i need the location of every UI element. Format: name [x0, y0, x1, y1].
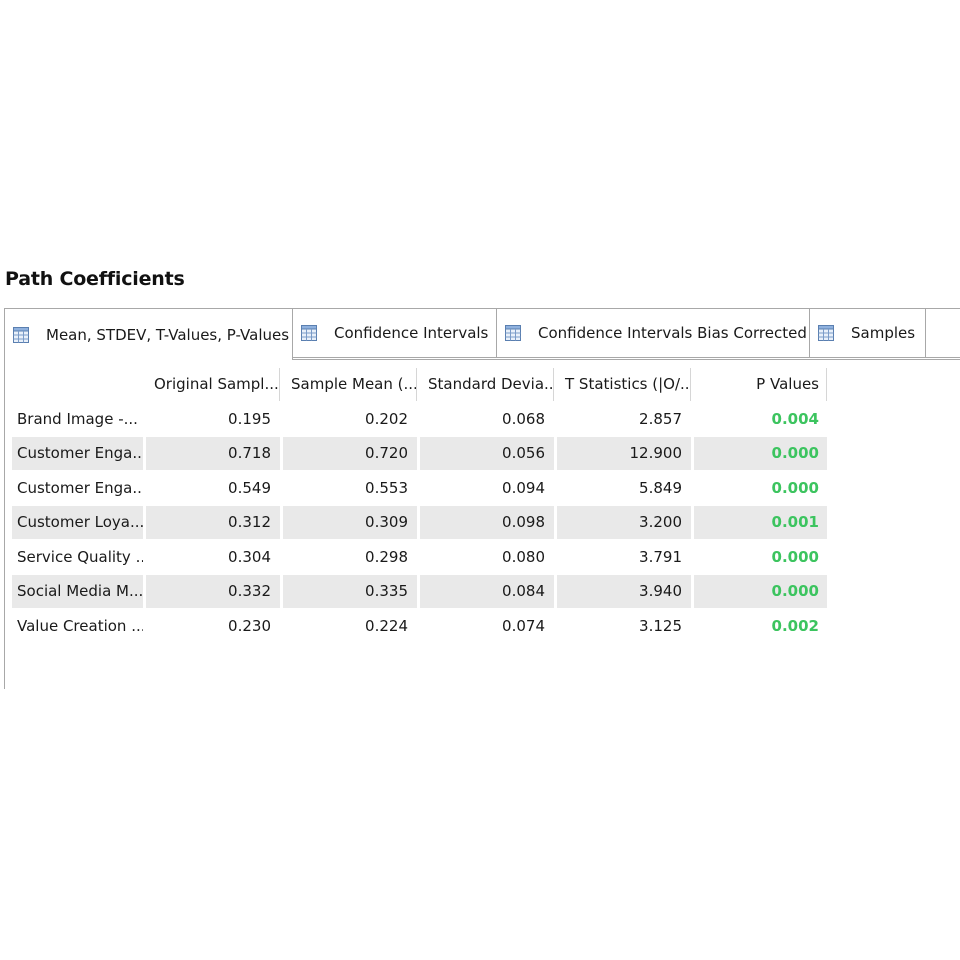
column-header-standard-deviation[interactable]: Standard Devia... [420, 368, 554, 401]
p-value: 0.000 [694, 575, 827, 608]
p-value: 0.001 [694, 506, 827, 539]
column-header-t-statistics[interactable]: T Statistics (|O/... [557, 368, 691, 401]
row-label: Value Creation ... [12, 610, 143, 643]
tab-bar: Mean, STDEV, T-Values, P-Values Confiden… [4, 308, 960, 360]
column-header-p-values[interactable]: P Values [694, 368, 827, 401]
table-row[interactable]: Service Quality ... 0.304 0.298 0.080 3.… [12, 541, 830, 574]
sample-mean-value: 0.309 [283, 506, 417, 539]
original-sample-value: 0.312 [146, 506, 280, 539]
tab-confidence-intervals[interactable]: Confidence Intervals [292, 308, 497, 358]
original-sample-value: 0.718 [146, 437, 280, 470]
sample-mean-value: 0.553 [283, 472, 417, 505]
corner-cell [12, 368, 143, 401]
row-label: Service Quality ... [12, 541, 143, 574]
row-label: Customer Enga... [12, 472, 143, 505]
t-statistic-value: 3.791 [557, 541, 691, 574]
sample-mean-value: 0.298 [283, 541, 417, 574]
table-row[interactable]: Customer Loya... 0.312 0.309 0.098 3.200… [12, 506, 830, 539]
standard-deviation-value: 0.074 [420, 610, 554, 643]
t-statistic-value: 12.900 [557, 437, 691, 470]
tab-samples[interactable]: Samples [809, 308, 926, 358]
tab-confidence-intervals-bias-corrected[interactable]: Confidence Intervals Bias Corrected [496, 308, 810, 358]
row-label: Customer Enga... [12, 437, 143, 470]
t-statistic-value: 3.940 [557, 575, 691, 608]
t-statistic-value: 3.125 [557, 610, 691, 643]
panel-title: Path Coefficients [5, 268, 185, 290]
sample-mean-value: 0.720 [283, 437, 417, 470]
table-icon [301, 325, 317, 341]
p-value: 0.000 [694, 541, 827, 574]
tab-label: Confidence Intervals Bias Corrected [538, 324, 807, 342]
tab-label: Confidence Intervals [334, 324, 489, 342]
tab-label: Mean, STDEV, T-Values, P-Values [46, 325, 290, 344]
original-sample-value: 0.332 [146, 575, 280, 608]
table-icon [505, 325, 521, 341]
t-statistic-value: 5.849 [557, 472, 691, 505]
original-sample-value: 0.230 [146, 610, 280, 643]
t-statistic-value: 3.200 [557, 506, 691, 539]
table-row[interactable]: Brand Image -... 0.195 0.202 0.068 2.857… [12, 403, 830, 436]
table-row[interactable]: Customer Enga... 0.718 0.720 0.056 12.90… [12, 437, 830, 470]
t-statistic-value: 2.857 [557, 403, 691, 436]
column-header-sample-mean[interactable]: Sample Mean (... [283, 368, 417, 401]
sample-mean-value: 0.335 [283, 575, 417, 608]
standard-deviation-value: 0.094 [420, 472, 554, 505]
original-sample-value: 0.304 [146, 541, 280, 574]
standard-deviation-value: 0.056 [420, 437, 554, 470]
sample-mean-value: 0.224 [283, 610, 417, 643]
standard-deviation-value: 0.068 [420, 403, 554, 436]
table-header-row: Original Sampl... Sample Mean (... Stand… [12, 368, 830, 401]
column-header-original-sample[interactable]: Original Sampl... [146, 368, 280, 401]
standard-deviation-value: 0.084 [420, 575, 554, 608]
original-sample-value: 0.549 [146, 472, 280, 505]
sample-mean-value: 0.202 [283, 403, 417, 436]
p-value: 0.002 [694, 610, 827, 643]
standard-deviation-value: 0.098 [420, 506, 554, 539]
p-value: 0.004 [694, 403, 827, 436]
table-row[interactable]: Value Creation ... 0.230 0.224 0.074 3.1… [12, 610, 830, 643]
table-row[interactable]: Customer Enga... 0.549 0.553 0.094 5.849… [12, 472, 830, 505]
p-value: 0.000 [694, 437, 827, 470]
original-sample-value: 0.195 [146, 403, 280, 436]
table-icon [818, 325, 834, 341]
standard-deviation-value: 0.080 [420, 541, 554, 574]
table-row[interactable]: Social Media M... 0.332 0.335 0.084 3.94… [12, 575, 830, 608]
row-label: Customer Loya... [12, 506, 143, 539]
row-label: Brand Image -... [12, 403, 143, 436]
tab-label: Samples [851, 324, 916, 342]
tab-bar-filler [925, 308, 960, 358]
p-value: 0.000 [694, 472, 827, 505]
table-icon [13, 326, 29, 343]
row-label: Social Media M... [12, 575, 143, 608]
tab-mean-stdev[interactable]: Mean, STDEV, T-Values, P-Values [4, 308, 293, 360]
